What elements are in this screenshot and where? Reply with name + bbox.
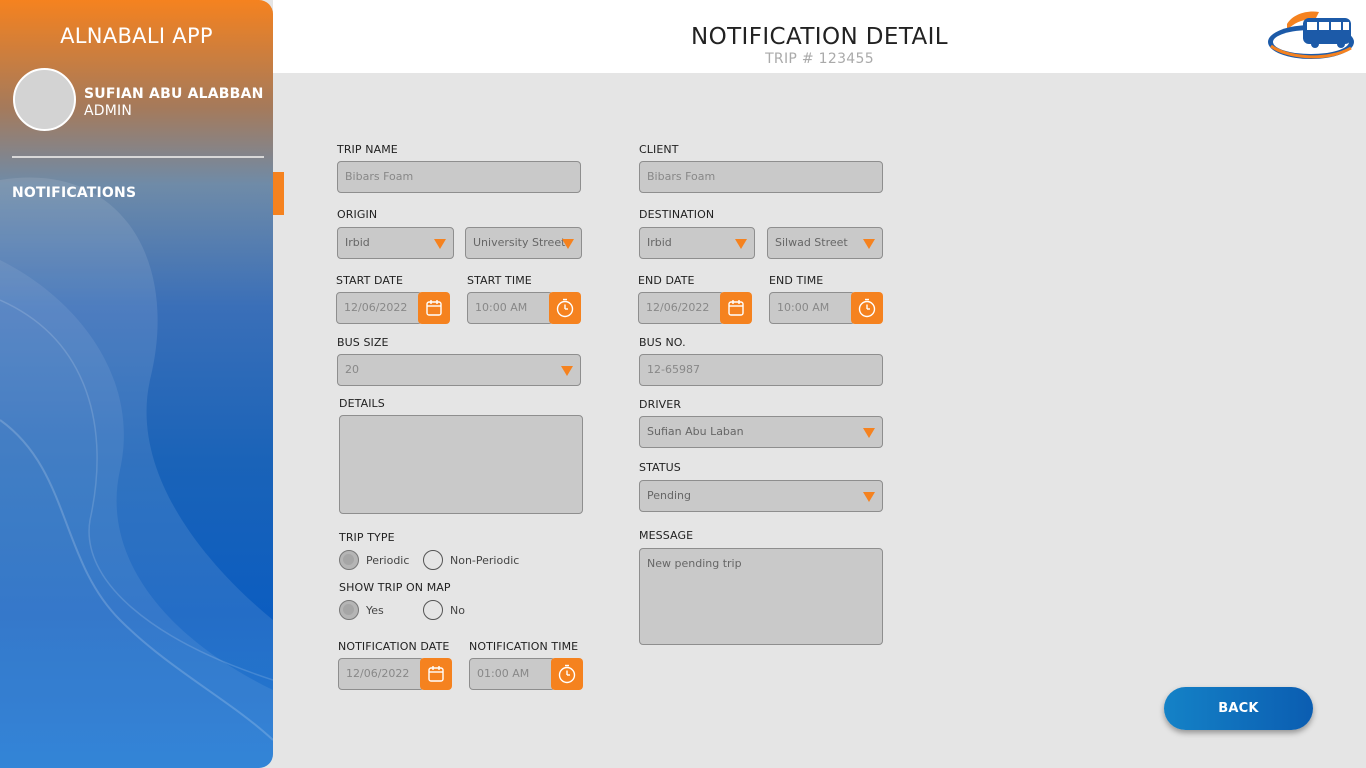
notification-time-field[interactable]: 01:00 AM (469, 658, 555, 690)
driver-select[interactable]: Sufian Abu Laban (639, 416, 883, 448)
header: NOTIFICATION DETAIL TRIP # 123455 (273, 0, 1366, 73)
avatar[interactable] (13, 68, 76, 131)
destination-city-value: Irbid (647, 236, 672, 249)
bus-size-value: 20 (345, 363, 359, 376)
end-date-label: END DATE (638, 274, 695, 287)
trip-number: TRIP # 123455 (765, 51, 874, 67)
client-field[interactable]: Bibars Foam (639, 161, 883, 193)
chevron-down-icon (863, 428, 875, 438)
details-textarea[interactable] (339, 415, 583, 514)
destination-label: DESTINATION (639, 208, 715, 221)
status-select[interactable]: Pending (639, 480, 883, 512)
bus-size-label: BUS SIZE (337, 336, 389, 349)
show-on-map-no-label: No (450, 604, 465, 617)
bus-no-field[interactable]: 12-65987 (639, 354, 883, 386)
origin-street-value: University Street (473, 236, 566, 249)
destination-street-select[interactable]: Silwad Street (767, 227, 883, 259)
sidebar: ALNABALI APP SUFIAN ABU ALABBAN ADMIN NO… (0, 0, 273, 768)
destination-street-value: Silwad Street (775, 236, 848, 249)
show-on-map-label: SHOW TRIP ON MAP (339, 581, 451, 594)
chevron-down-icon (434, 239, 446, 249)
bus-no-label: BUS NO. (639, 336, 686, 349)
back-button[interactable]: BACK (1164, 687, 1313, 730)
client-label: CLIENT (639, 143, 679, 156)
notification-time-label: NOTIFICATION TIME (469, 640, 579, 653)
company-logo (1268, 11, 1354, 59)
calendar-icon (428, 666, 444, 682)
origin-street-select[interactable]: University Street (465, 227, 582, 259)
status-label: STATUS (639, 461, 681, 474)
notification-time-picker-button[interactable] (551, 658, 583, 690)
start-date-picker-button[interactable] (418, 292, 450, 324)
destination-city-select[interactable]: Irbid (639, 227, 755, 259)
message-textarea[interactable]: New pending trip (639, 548, 883, 645)
start-date-label: START DATE (336, 274, 404, 287)
chevron-down-icon (562, 239, 574, 249)
calendar-icon (728, 300, 744, 316)
app-title: ALNABALI APP (60, 24, 213, 48)
trip-type-non-periodic-label: Non-Periodic (450, 554, 520, 567)
end-date-picker-button[interactable] (720, 292, 752, 324)
notification-date-field[interactable]: 12/06/2022 (338, 658, 424, 690)
chevron-down-icon (735, 239, 747, 249)
chevron-down-icon (863, 492, 875, 502)
clock-icon (556, 298, 574, 318)
start-date-field[interactable]: 12/06/2022 (336, 292, 422, 324)
bus-size-select[interactable]: 20 (337, 354, 581, 386)
user-role: ADMIN (84, 103, 133, 119)
trip-name-label: TRIP NAME (337, 143, 398, 156)
sidebar-divider (12, 156, 264, 158)
end-time-field[interactable]: 10:00 AM (769, 292, 855, 324)
status-value: Pending (647, 489, 691, 502)
trip-type-non-periodic-radio[interactable] (423, 550, 443, 570)
sidebar-item-notifications[interactable]: NOTIFICATIONS (12, 185, 136, 201)
origin-city-value: Irbid (345, 236, 370, 249)
trip-name-field[interactable]: Bibars Foam (337, 161, 581, 193)
chevron-down-icon (561, 366, 573, 376)
end-date-field[interactable]: 12/06/2022 (638, 292, 724, 324)
end-time-picker-button[interactable] (851, 292, 883, 324)
driver-label: DRIVER (639, 398, 682, 411)
details-label: DETAILS (339, 397, 385, 410)
end-time-label: END TIME (769, 274, 824, 287)
start-time-label: START TIME (467, 274, 532, 287)
trip-type-periodic-label: Periodic (366, 554, 410, 567)
origin-city-select[interactable]: Irbid (337, 227, 454, 259)
trip-type-periodic-radio[interactable] (339, 550, 359, 570)
trip-type-label: TRIP TYPE (339, 531, 395, 544)
page-title: NOTIFICATION DETAIL (690, 24, 949, 50)
driver-value: Sufian Abu Laban (647, 425, 744, 438)
origin-label: ORIGIN (337, 208, 378, 221)
show-on-map-no-radio[interactable] (423, 600, 443, 620)
notification-date-label: NOTIFICATION DATE (338, 640, 450, 653)
user-name: SUFIAN ABU ALABBAN (84, 86, 264, 102)
notification-date-picker-button[interactable] (420, 658, 452, 690)
clock-icon (858, 298, 876, 318)
clock-icon (558, 664, 576, 684)
show-on-map-yes-radio[interactable] (339, 600, 359, 620)
active-nav-marker (273, 172, 284, 215)
calendar-icon (426, 300, 442, 316)
start-time-field[interactable]: 10:00 AM (467, 292, 553, 324)
show-on-map-yes-label: Yes (366, 604, 384, 617)
message-label: MESSAGE (639, 529, 694, 542)
start-time-picker-button[interactable] (549, 292, 581, 324)
chevron-down-icon (863, 239, 875, 249)
